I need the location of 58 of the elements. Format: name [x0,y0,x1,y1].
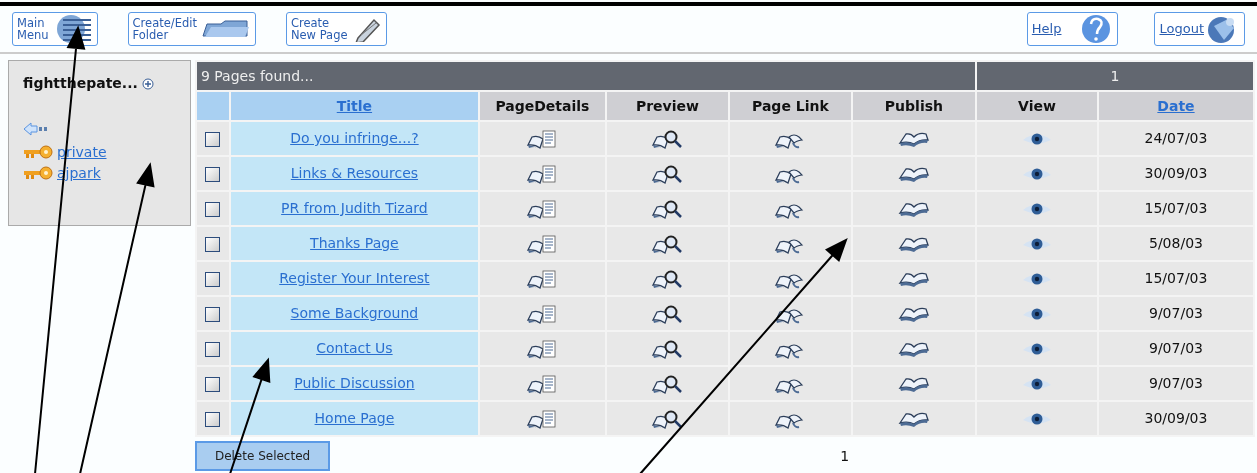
magnifier-icon[interactable] [651,163,684,184]
sort-link[interactable]: Title [336,97,373,114]
help-button[interactable]: Help [1026,12,1119,46]
results-count: 9 Pages found... [200,67,314,84]
folder-button[interactable]: Create/Edit Folder [127,12,256,46]
row-checkbox[interactable] [205,376,221,392]
page-number[interactable]: 1 [1110,67,1120,84]
magnifier-icon[interactable] [651,128,684,149]
date-cell: 30/09/03 [1144,165,1208,181]
row-checkbox[interactable] [205,201,221,217]
page-details-icon[interactable] [526,128,559,149]
page-number[interactable]: 1 [840,445,850,467]
row-checkbox[interactable] [205,341,221,357]
column-header: Preview [635,97,699,114]
date-cell: 9/07/03 [1149,340,1203,356]
row-checkbox[interactable] [205,166,221,182]
date-cell: 30/09/03 [1144,410,1208,426]
column-header: PageDetails [495,97,590,114]
main-menu-button[interactable]: Main Menu [12,12,98,46]
date-cell: 15/07/03 [1144,270,1208,286]
column-header: Publish [884,97,943,114]
magnifier-icon[interactable] [651,268,684,289]
page-details-icon[interactable] [526,303,559,324]
page-title-link[interactable]: Home Page [314,410,395,426]
folder-icon [200,20,251,38]
page-details-icon[interactable] [526,408,559,429]
expand-icon [141,77,154,90]
new-page-button[interactable]: Create New Page [285,12,387,46]
magnifier-icon[interactable] [651,408,684,429]
row-checkbox[interactable] [205,306,221,322]
date-cell: 9/07/03 [1149,305,1203,321]
logout-button[interactable]: Logout [1154,12,1245,46]
sort-link[interactable]: Date [1157,97,1195,114]
magnifier-icon[interactable] [651,198,684,219]
page-details-icon[interactable] [526,198,559,219]
date-cell: 24/07/03 [1144,130,1208,146]
row-checkbox[interactable] [205,271,221,287]
row-checkbox[interactable] [205,411,221,427]
page-details-icon[interactable] [526,233,559,254]
row-checkbox[interactable] [205,131,221,147]
magnifier-icon[interactable] [651,338,684,359]
key-icon [23,145,53,159]
magnifier-icon[interactable] [651,373,684,394]
date-cell: 5/08/03 [1149,235,1203,251]
magnifier-icon[interactable] [651,303,684,324]
column-header: View [1018,97,1056,114]
date-cell: 9/07/03 [1149,375,1203,391]
page-title-link[interactable]: Thanks Page [310,235,399,251]
page-details-icon[interactable] [526,163,559,184]
key-icon [23,166,53,180]
page-title-link[interactable]: Contact Us [316,340,393,356]
page-details-icon[interactable] [526,338,559,359]
page-details-icon[interactable] [526,268,559,289]
magnifier-icon[interactable] [651,233,684,254]
page-details-icon[interactable] [526,373,559,394]
column-header: Page Link [752,97,829,114]
date-cell: 15/07/03 [1144,200,1208,216]
row-checkbox[interactable] [205,236,221,252]
